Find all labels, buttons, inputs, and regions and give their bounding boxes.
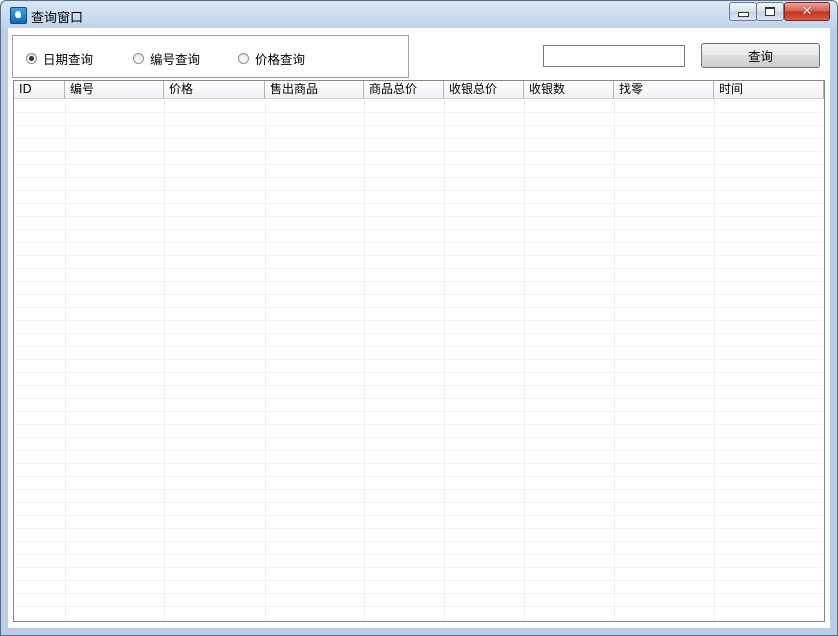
grid-row-line [14,268,824,269]
minimize-icon [737,12,749,17]
grid-row-line [14,528,824,529]
grid-row-line [14,294,824,295]
column-header-sold-items[interactable]: 售出商品 [265,81,364,98]
minimize-button[interactable] [729,2,757,21]
grid-row-line [14,463,824,464]
close-icon: ✕ [801,4,813,19]
grid-row-line [14,372,824,373]
window-title: 查询窗口 [31,11,84,26]
grid-row-line [14,125,824,126]
maximize-icon [765,7,775,16]
table-body[interactable] [14,99,824,621]
grid-row-line [14,385,824,386]
grid-row-line [14,593,824,594]
grid-row-line [14,242,824,243]
grid-row-line [14,138,824,139]
radio-price-query-label: 价格查询 [255,52,306,67]
query-button[interactable]: 查询 [701,43,820,68]
close-button[interactable]: ✕ [784,2,830,21]
query-window: 查询窗口 ✕ 日期查询 编号查询 价格查询 查询 ID 编号 价格 售出商品 商… [0,0,838,636]
grid-row-line [14,567,824,568]
grid-row-line [14,541,824,542]
column-header-cashier-total[interactable]: 收银总价 [444,81,524,98]
column-header-price[interactable]: 价格 [164,81,265,98]
grid-row-line [14,450,824,451]
radio-id-query[interactable]: 编号查询 [133,49,200,68]
grid-row-line [14,437,824,438]
grid-row-line [14,320,824,321]
grid-row-line [14,411,824,412]
client-area: 日期查询 编号查询 价格查询 查询 ID 编号 价格 售出商品 商品总价 收银总… [8,28,830,628]
grid-row-line [14,359,824,360]
column-header-time[interactable]: 时间 [714,81,824,98]
grid-row-line [14,216,824,217]
query-type-group: 日期查询 编号查询 价格查询 [12,35,409,78]
grid-row-line [14,177,824,178]
radio-unchecked-indicator [238,53,249,64]
results-table[interactable]: ID 编号 价格 售出商品 商品总价 收银总价 收银数 找零 时间 [13,80,825,622]
grid-row-line [14,554,824,555]
grid-row-line [14,164,824,165]
column-header-goods-total[interactable]: 商品总价 [364,81,444,98]
grid-row-line [14,307,824,308]
grid-row-line [14,489,824,490]
grid-row-line [14,502,824,503]
maximize-button[interactable] [756,2,784,21]
grid-row-line [14,580,824,581]
search-input[interactable] [543,45,685,67]
grid-row-line [14,333,824,334]
grid-row-line [14,255,824,256]
grid-row-line [14,190,824,191]
radio-id-query-label: 编号查询 [150,52,201,67]
table-header: ID 编号 价格 售出商品 商品总价 收银总价 收银数 找零 时间 [14,81,824,99]
grid-row-line [14,229,824,230]
radio-unchecked-indicator [133,53,144,64]
grid-row-line [14,619,824,620]
title-bar[interactable]: 查询窗口 ✕ [1,1,837,28]
radio-price-query[interactable]: 价格查询 [238,49,305,68]
grid-row-line [14,424,824,425]
grid-row-line [14,398,824,399]
column-header-id[interactable]: ID [14,81,65,98]
radio-checked-indicator [26,53,37,64]
grid-row-line [14,281,824,282]
grid-row-line [14,515,824,516]
grid-row-line [14,476,824,477]
grid-row-line [14,112,824,113]
grid-row-line [14,151,824,152]
grid-row-line [14,606,824,607]
grid-row-line [14,203,824,204]
column-header-number[interactable]: 编号 [65,81,164,98]
radio-date-query-label: 日期查询 [43,52,94,67]
app-icon [10,7,27,24]
column-header-received[interactable]: 收银数 [524,81,614,98]
radio-date-query[interactable]: 日期查询 [26,49,93,68]
grid-row-line [14,346,824,347]
column-header-change[interactable]: 找零 [614,81,714,98]
